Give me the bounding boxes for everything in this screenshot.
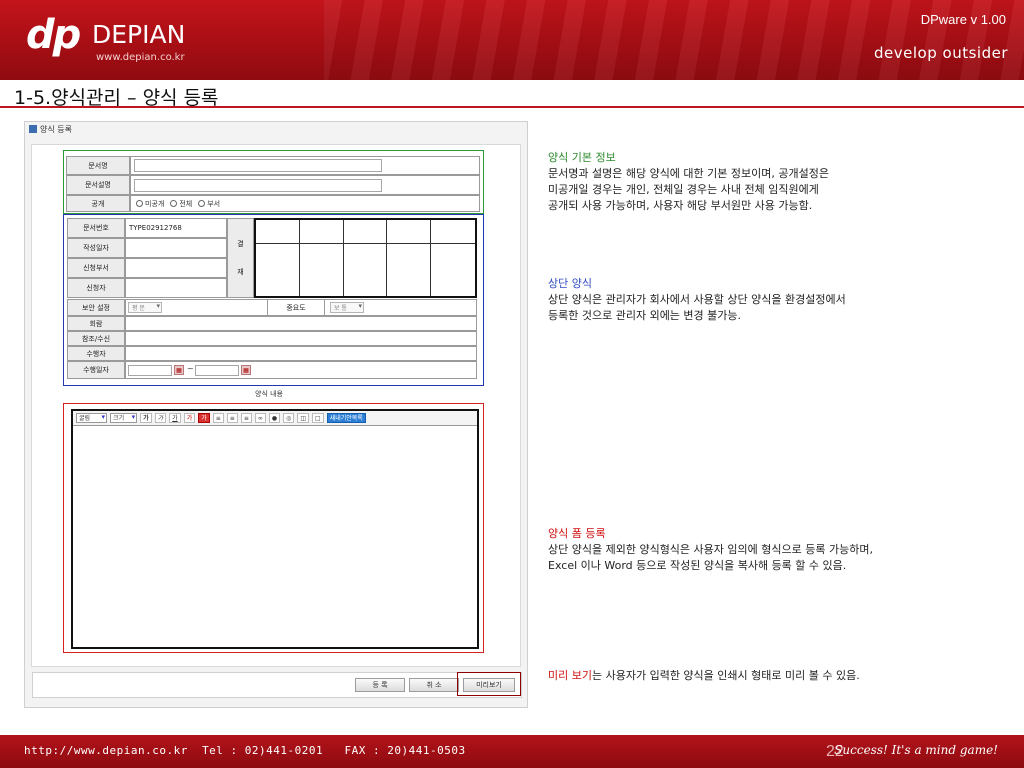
footer-bar: http://www.depian.co.kr Tel : 02)441-020… — [0, 735, 1024, 768]
logo-url: www.depian.co.kr — [96, 52, 185, 63]
window-icon — [29, 125, 37, 133]
footer-slogan: Success! It's a mind game! — [834, 743, 998, 757]
version-label: DPware v 1.00 — [920, 12, 1006, 27]
basic-info-title: 양식 기본 정보 — [548, 151, 616, 164]
form-body-highlight — [63, 403, 484, 653]
preview-description: 미리 보기는 사용자가 입력한 양식을 인쇄시 형태로 미리 볼 수 있음. — [548, 668, 860, 684]
description-line: 문서명과 설명은 해당 양식에 대한 기본 정보이며, 공개설정은 — [548, 167, 829, 180]
logo-name: DEPIAN — [92, 20, 186, 49]
form-register-title: 양식 폼 등록 — [548, 527, 606, 540]
preview-text: 는 사용자가 입력한 양식을 인쇄시 형태로 미리 볼 수 있음. — [591, 669, 860, 682]
description-line: 등록한 것으로 관리자 외에는 변경 불가능. — [548, 309, 742, 322]
description-line: 미공개일 경우는 개인, 전체일 경우는 사내 전체 임직원에게 — [548, 183, 819, 196]
window-title: 양식 등록 — [29, 124, 72, 135]
depian-logo: dp DEPIAN www.depian.co.kr — [26, 12, 196, 66]
top-form-highlight — [63, 214, 484, 386]
header-banner: dp DEPIAN www.depian.co.kr DPware v 1.00… — [0, 0, 1024, 80]
description-line: 상단 양식은 관리자가 회사에서 사용할 상단 양식을 환경설정에서 — [548, 293, 846, 306]
description-line: 상단 양식을 제외한 양식형식은 사용자 임의에 형식으로 등록 가능하며, — [548, 543, 873, 556]
slide-title: 1-5.양식관리 – 양식 등록 — [14, 87, 219, 109]
top-form-description: 상단 양식 상단 양식은 관리자가 회사에서 사용할 상단 양식을 환경설정에서… — [548, 276, 846, 324]
content-label: 양식 내용 — [255, 390, 283, 398]
logo-mark: dp — [26, 12, 81, 58]
basic-info-description: 양식 기본 정보 문서명과 설명은 해당 양식에 대한 기본 정보이며, 공개설… — [548, 150, 829, 214]
form-register-description: 양식 폼 등록 상단 양식을 제외한 양식형식은 사용자 임의에 형식으로 등록… — [548, 526, 873, 574]
top-form-title: 상단 양식 — [548, 277, 592, 290]
slide-title-bar: 1-5.양식관리 – 양식 등록 — [0, 80, 1024, 109]
preview-title: 미리 보기 — [548, 669, 592, 682]
register-button[interactable]: 등 록 — [355, 678, 405, 692]
description-line: 공개되 사용 가능하며, 사용자 해당 부서원만 사용 가능함. — [548, 199, 813, 212]
description-line: Excel 이나 Word 등으로 작성된 양식을 복사해 등록 할 수 있음. — [548, 559, 847, 572]
basic-info-highlight — [63, 150, 484, 214]
preview-highlight — [457, 672, 521, 696]
header-slogan: develop outsider — [874, 44, 1008, 62]
footer-contact: http://www.depian.co.kr Tel : 02)441-020… — [24, 744, 466, 757]
cancel-button[interactable]: 취 소 — [409, 678, 459, 692]
